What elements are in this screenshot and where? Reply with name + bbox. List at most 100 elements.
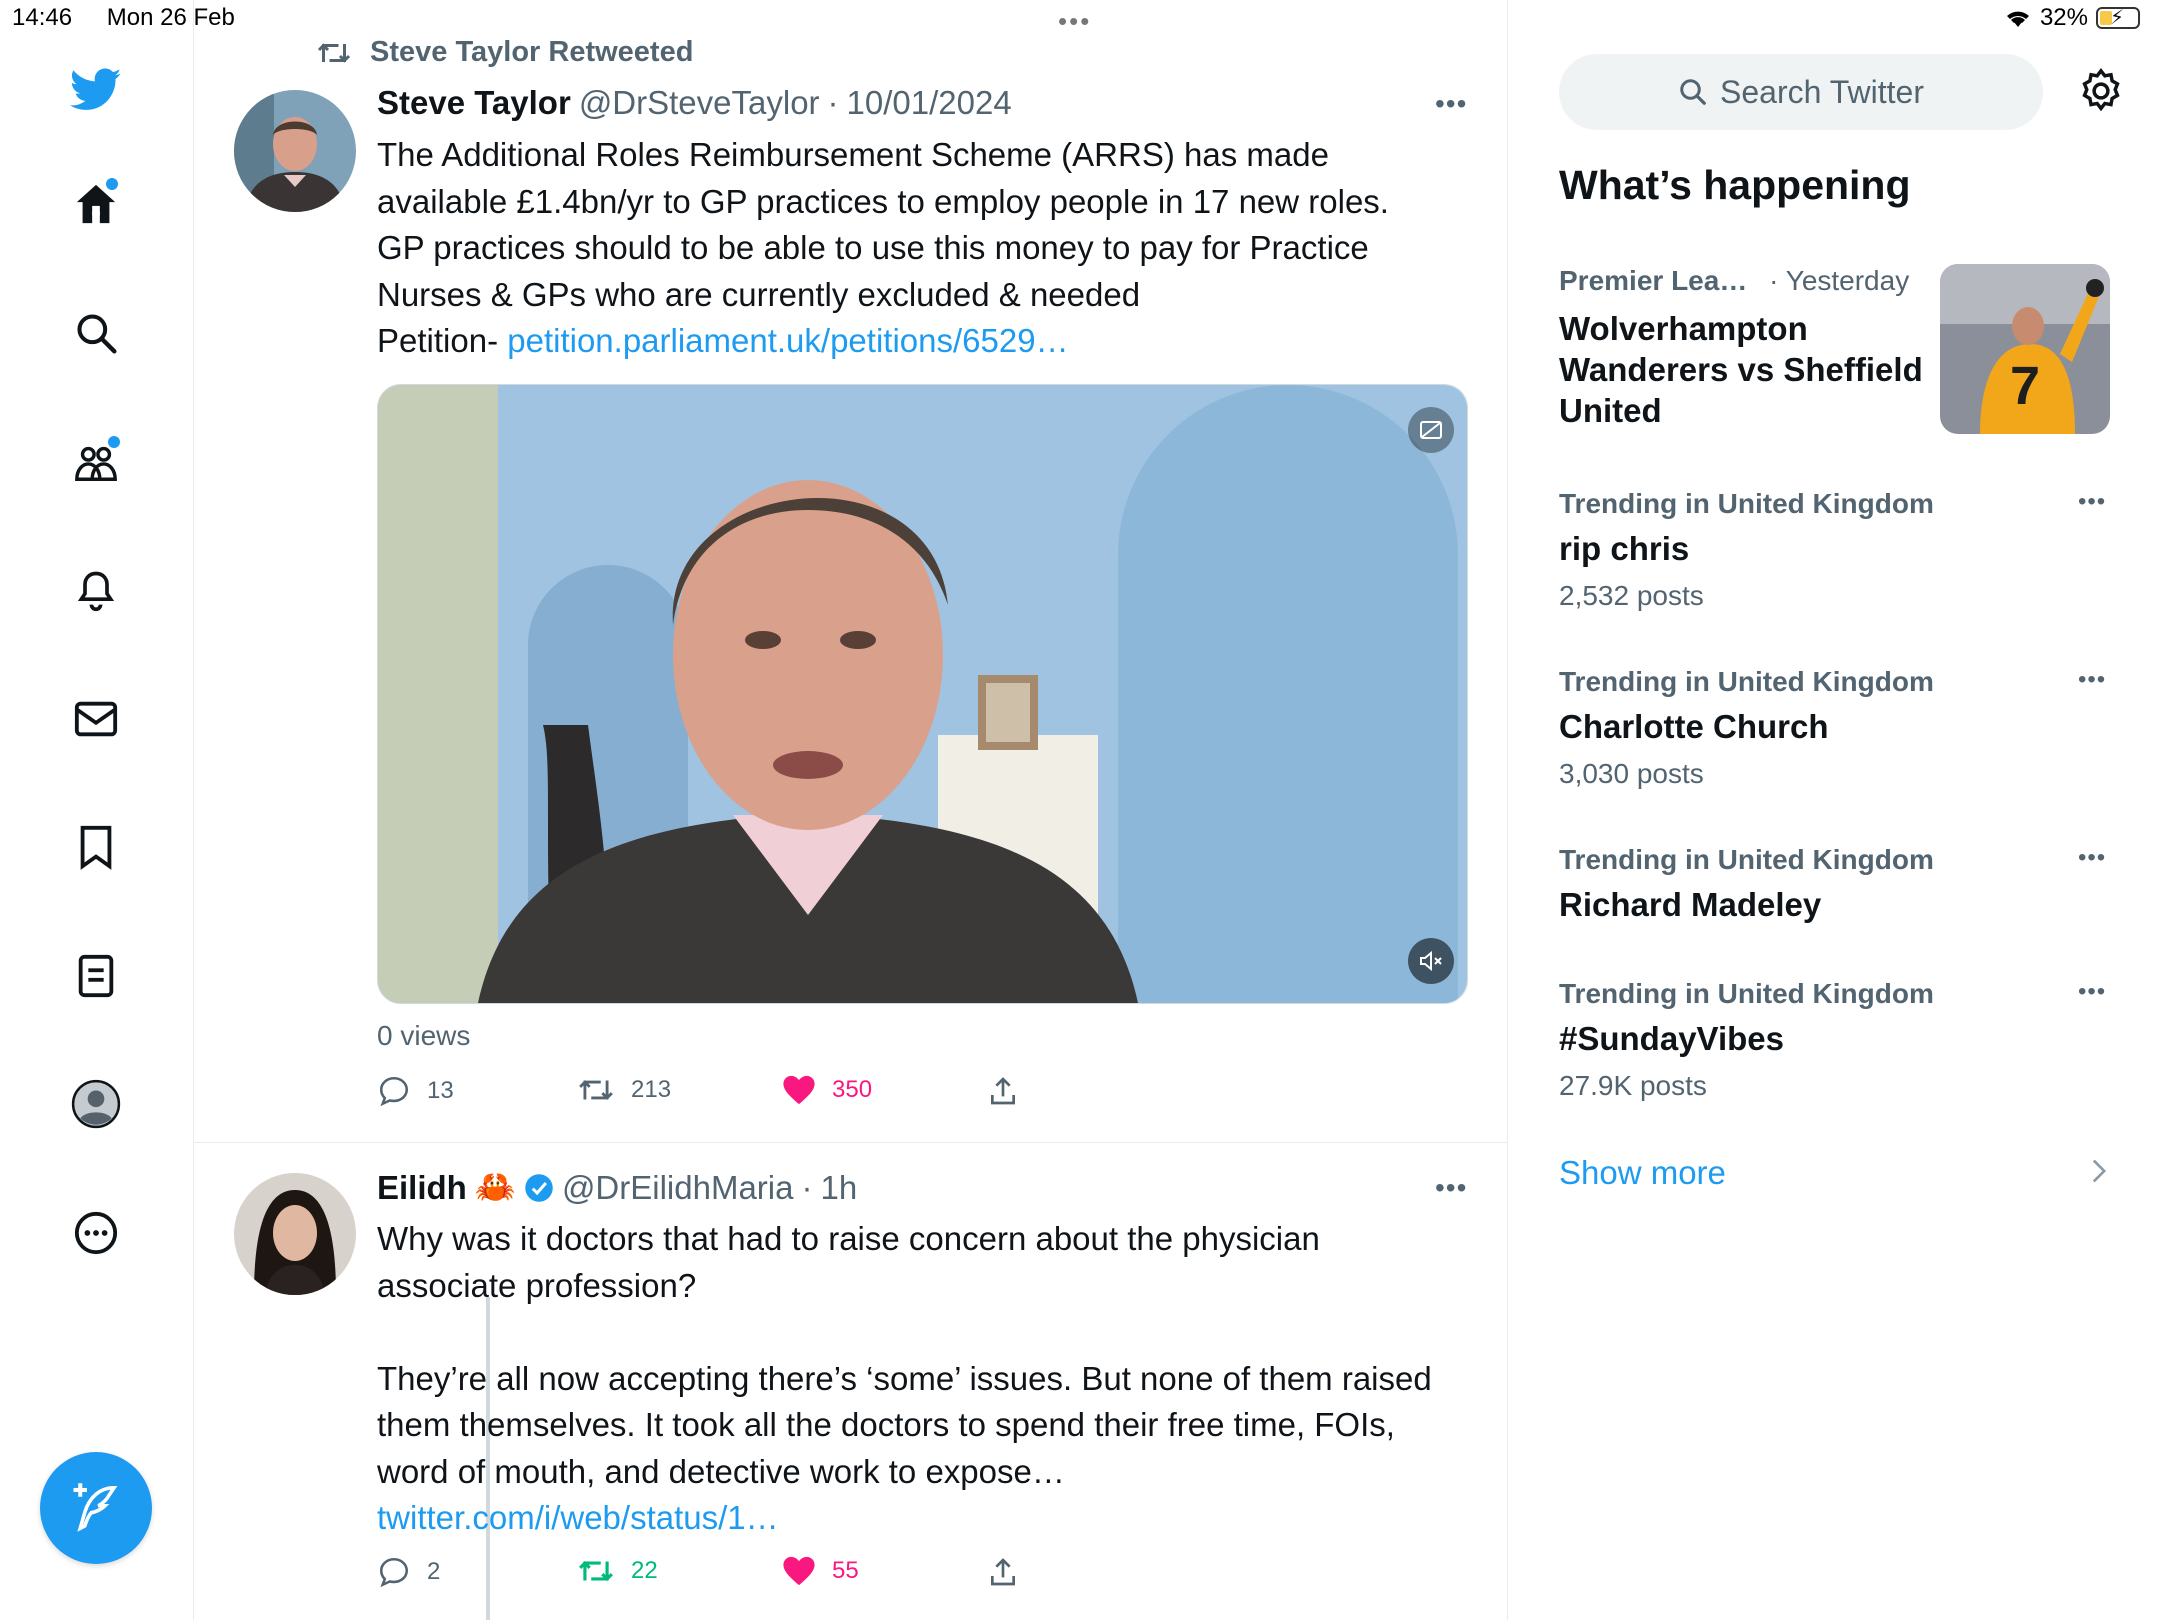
trend-title: Richard Madeley [1559, 886, 1822, 923]
status-link[interactable]: twitter.com/i/web/status/1… [377, 1499, 779, 1536]
share-button[interactable] [987, 1555, 1019, 1589]
retweet-count: 213 [631, 1076, 672, 1103]
reply-button[interactable]: 2 [377, 1555, 440, 1589]
share-icon [991, 1077, 1015, 1105]
tweet-paragraph-2: They’re all now accepting there’s ‘some’… [377, 1356, 1457, 1542]
retweeted-by-label: Steve Taylor Retweeted [370, 36, 694, 68]
reply-button[interactable]: 13 [377, 1074, 454, 1108]
trend-context: Premier Lea… · Yesterday [1559, 265, 1909, 297]
search-input[interactable]: Search Twitter [1559, 54, 2043, 130]
battery-icon: ⚡ [2096, 7, 2140, 29]
notifications-icon[interactable] [70, 564, 122, 616]
like-count: 55 [832, 1557, 859, 1584]
search-placeholder: Search Twitter [1720, 73, 1924, 110]
tweet-text: Why was it doctors that had to raise con… [377, 1216, 1457, 1542]
messages-icon[interactable] [70, 693, 122, 745]
bookmarks-icon[interactable] [70, 821, 122, 873]
trend-context: Trending in United Kingdom [1559, 844, 1934, 875]
retweet-active-icon [579, 1560, 613, 1582]
trend-post-count: 2,532 posts [1559, 580, 1704, 611]
trend-more-icon[interactable]: ••• [2078, 666, 2106, 694]
tweet-date[interactable]: 10/01/2024 [847, 84, 1012, 122]
trend-post-count: 27.9K posts [1559, 1070, 1707, 1101]
trend-post-count: 3,030 posts [1559, 758, 1704, 789]
retweet-button[interactable]: 22 [577, 1555, 658, 1587]
svg-text:7: 7 [2010, 356, 2040, 416]
captions-icon[interactable] [1408, 407, 1454, 453]
verified-badge-icon [525, 1173, 553, 1202]
compose-tweet-button[interactable] [40, 1452, 152, 1564]
tweet-divider [194, 1142, 1507, 1143]
trend-title: Wolverhampton Wanderers vs Sheffield Uni… [1559, 310, 1923, 429]
avatar[interactable] [234, 90, 356, 212]
retweet-button[interactable]: 213 [577, 1074, 671, 1106]
tweet-paragraph-2-text: They’re all now accepting there’s ‘some’… [377, 1359, 1432, 1490]
like-button[interactable]: 55 [782, 1555, 859, 1587]
petition-prefix: Petition- [377, 322, 508, 359]
wifi-icon [2006, 11, 2029, 27]
reply-icon [379, 1076, 409, 1107]
trend-more-icon[interactable]: ••• [2078, 978, 2106, 1006]
mute-icon[interactable] [1408, 938, 1454, 984]
left-navigation [0, 0, 194, 1620]
tweet-header: Steve Taylor @DrSteveTaylor · 10/01/2024 [377, 84, 1012, 122]
trend-context: Trending in United Kingdom [1559, 488, 1934, 519]
communities-notification-dot [108, 436, 120, 448]
home-notification-dot [106, 178, 118, 190]
trend-title: Charlotte Church [1559, 708, 1829, 745]
chevron-right-icon [2090, 1158, 2108, 1189]
twitter-logo-icon[interactable] [70, 64, 122, 116]
heart-filled-icon [783, 1556, 815, 1586]
reply-count: 13 [427, 1077, 454, 1104]
search-icon[interactable] [70, 307, 122, 359]
crab-emoji: 🦀 [474, 1168, 516, 1205]
profile-icon[interactable] [70, 1078, 122, 1130]
author-name[interactable]: Steve Taylor [377, 84, 571, 122]
tweet-text: The Additional Roles Reimbursement Schem… [377, 132, 1437, 365]
communities-icon[interactable] [70, 436, 122, 488]
retweet-context: Steve Taylor Retweeted [316, 36, 693, 69]
retweet-count: 22 [631, 1557, 658, 1584]
trend-title: rip chris [1559, 530, 1690, 567]
search-icon [1680, 79, 1706, 105]
author-handle[interactable]: @DrEilidhMaria [562, 1169, 794, 1207]
like-button[interactable]: 350 [782, 1074, 872, 1106]
timeline: Steve Taylor Retweeted Steve Taylor @DrS… [194, 0, 1508, 1620]
compose-feather-icon [73, 1483, 118, 1532]
tweet-more-icon[interactable]: ••• [1435, 88, 1467, 120]
view-count: 0 views [377, 1020, 471, 1051]
author-handle[interactable]: @DrSteveTaylor [579, 84, 820, 122]
trend-title: #SundayVibes [1559, 1020, 1784, 1057]
settings-gear-icon[interactable] [2078, 68, 2124, 119]
retweet-icon [579, 1080, 613, 1100]
whats-happening-heading: What’s happening [1559, 162, 1911, 208]
tweet-more-icon[interactable]: ••• [1435, 1172, 1467, 1204]
avatar[interactable] [234, 1173, 356, 1295]
trend-more-icon[interactable]: ••• [2078, 844, 2106, 872]
separator: · [827, 84, 839, 121]
trend-time: · Yesterday [1769, 265, 1910, 296]
tweet-body: The Additional Roles Reimbursement Schem… [377, 136, 1389, 313]
reply-icon [379, 1557, 409, 1588]
tweet-paragraph-1: Why was it doctors that had to raise con… [377, 1220, 1320, 1304]
heart-filled-icon [783, 1075, 815, 1105]
author-name[interactable]: Eilidh [377, 1169, 467, 1207]
trend-category: Premier Lea… [1559, 265, 1748, 296]
separator: · [801, 1168, 813, 1206]
lists-icon[interactable] [70, 950, 122, 1002]
share-icon [991, 1558, 1015, 1586]
video-player[interactable] [377, 384, 1468, 1004]
show-more-label[interactable]: Show more [1559, 1154, 1726, 1192]
more-icon[interactable] [70, 1207, 122, 1259]
reply-count: 2 [427, 1558, 441, 1585]
retweet-small-icon [317, 42, 351, 63]
home-icon[interactable] [70, 178, 122, 230]
share-button[interactable] [987, 1074, 1019, 1108]
status-bar-right: 32% ⚡ [2004, 4, 2140, 32]
video-frame [378, 385, 1467, 1003]
trend-more-icon[interactable]: ••• [2078, 488, 2106, 516]
tweet-time[interactable]: 1h [821, 1169, 858, 1207]
tweet-header: Eilidh 🦀 @DrEilidhMaria · 1h [377, 1168, 857, 1207]
battery-percent: 32% [2039, 4, 2088, 31]
petition-link[interactable]: petition.parliament.uk/petitions/6529… [507, 322, 1068, 359]
